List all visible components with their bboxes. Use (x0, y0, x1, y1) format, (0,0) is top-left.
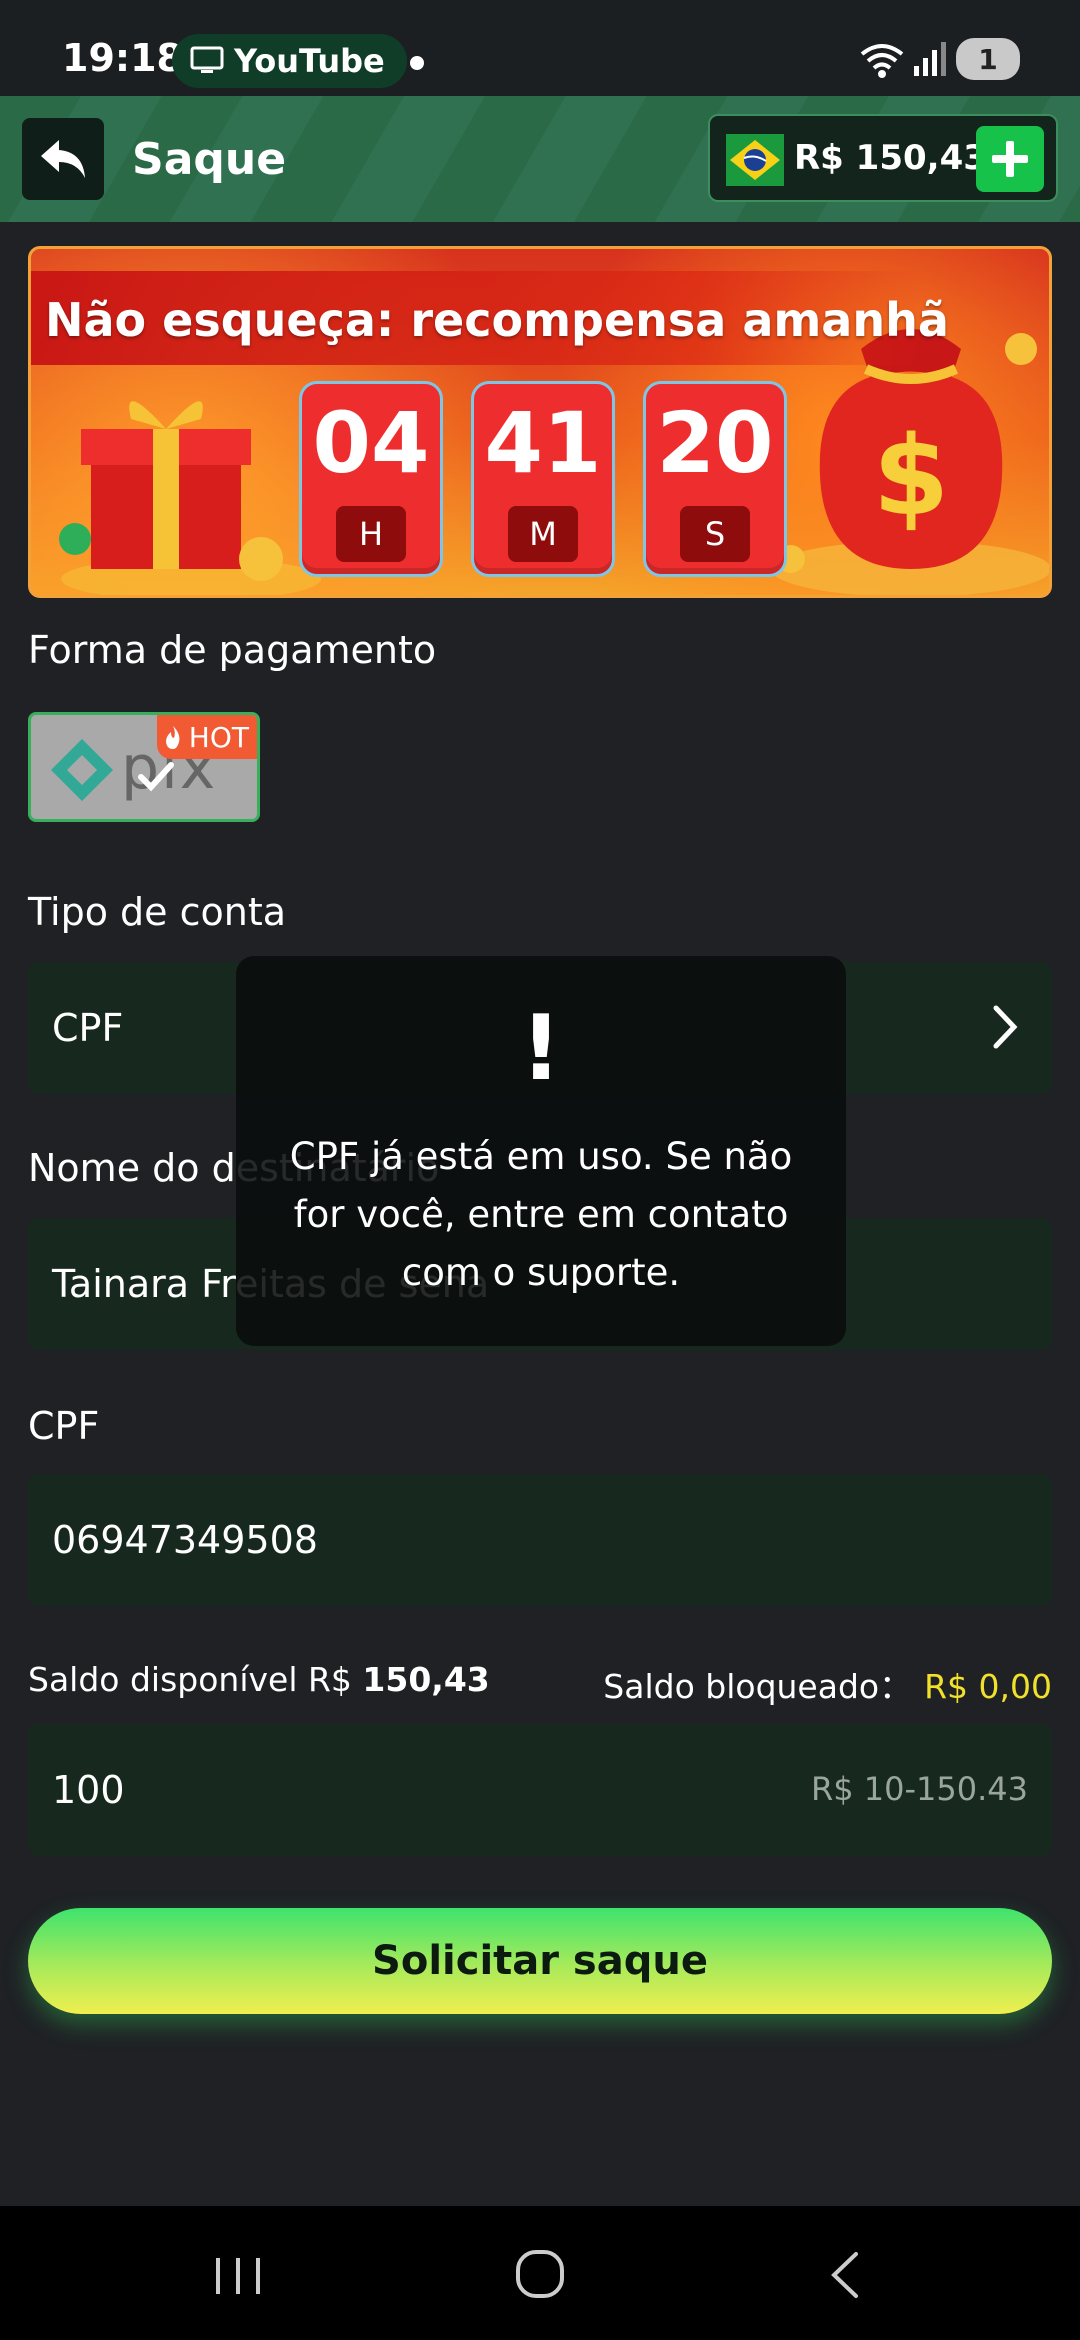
reward-banner[interactable]: $ Não esqueça: recompensa amanhã 04 H 41… (28, 246, 1052, 598)
flame-icon (165, 726, 180, 749)
timer-seconds-unit: S (680, 506, 750, 562)
balance-box[interactable]: R$ 150,43 (708, 114, 1058, 202)
amount-input[interactable]: 100 R$ 10-150.43 (28, 1724, 1052, 1856)
svg-text:$: $ (873, 412, 950, 540)
hot-badge: HOT (156, 715, 257, 759)
pix-logo-icon (51, 739, 113, 801)
timer-minutes-value: 41 (484, 394, 602, 492)
amount-value: 100 (52, 1768, 125, 1812)
timer-minutes: 41 M (471, 381, 615, 577)
notification-dot-icon (410, 56, 424, 70)
timer-hours-value: 04 (312, 394, 430, 492)
available-balance: Saldo disponível R$ 150,43 (28, 1660, 490, 1699)
battery-icon: 1 (956, 38, 1020, 80)
error-toast: ! CPF já está em uso. Se não for você, e… (236, 956, 846, 1346)
cpf-label: CPF (28, 1404, 100, 1448)
system-nav-bar (0, 2206, 1080, 2340)
cpf-value: 06947349508 (52, 1518, 318, 1562)
banner-title: Não esqueça: recompensa amanhã (45, 293, 949, 347)
pix-payment-option[interactable]: pix HOT (28, 712, 260, 822)
timer-hours: 04 H (299, 381, 443, 577)
timer-seconds: 20 S (643, 381, 787, 577)
amount-range-hint: R$ 10-150.43 (811, 1770, 1028, 1808)
back-button[interactable] (22, 118, 104, 200)
youtube-pill[interactable]: YouTube (172, 34, 407, 88)
available-balance-value: 150,43 (362, 1660, 490, 1699)
cpf-field[interactable]: 06947349508 (28, 1474, 1052, 1606)
chevron-right-icon (993, 1005, 1018, 1049)
payment-method-label: Forma de pagamento (28, 628, 437, 672)
timer-hours-unit: H (336, 506, 406, 562)
exclamation-icon: ! (520, 996, 562, 1101)
app-header: Saque R$ 150,43 (0, 96, 1080, 222)
screen-icon (190, 46, 224, 73)
request-withdrawal-button[interactable]: Solicitar saque (28, 1908, 1052, 2014)
available-balance-label: Saldo disponível R$ (28, 1660, 352, 1699)
account-type-label: Tipo de conta (28, 890, 287, 934)
page-title: Saque (132, 134, 287, 185)
nav-back-icon[interactable] (826, 2250, 862, 2300)
balance-amount: R$ 150,43 (794, 138, 987, 178)
recent-apps-icon[interactable] (210, 2254, 266, 2298)
status-bar: 19:18 YouTube 1 (0, 0, 1080, 96)
brazil-flag-icon (726, 134, 784, 186)
back-arrow-icon (41, 140, 85, 178)
home-icon[interactable] (514, 2248, 566, 2300)
deposit-add-button[interactable] (976, 126, 1044, 192)
check-icon (138, 762, 174, 792)
balance-info-row: Saldo disponível R$ 150,43 Saldo bloquea… (28, 1656, 1052, 1706)
status-time: 19:18 (62, 36, 183, 80)
timer-minutes-unit: M (508, 506, 578, 562)
blocked-balance: Saldo bloqueado： R$ 0,00 (603, 1660, 1052, 1708)
signal-icon (914, 42, 946, 76)
blocked-balance-value: R$ 0,00 (924, 1667, 1052, 1706)
withdraw-page: 19:18 YouTube 1 Saque R$ 150,43 $ Não es… (0, 0, 1080, 2340)
account-type-value: CPF (52, 1006, 124, 1050)
hot-badge-label: HOT (188, 720, 249, 754)
plus-icon (992, 141, 1028, 177)
battery-level: 1 (978, 42, 998, 76)
wifi-icon (860, 44, 904, 78)
youtube-pill-label: YouTube (234, 42, 385, 80)
toast-message: CPF já está em uso. Se não for você, ent… (289, 1135, 793, 1294)
blocked-balance-label: Saldo bloqueado： (603, 1667, 913, 1706)
timer-seconds-value: 20 (656, 394, 774, 492)
gift-box-icon (59, 401, 321, 595)
